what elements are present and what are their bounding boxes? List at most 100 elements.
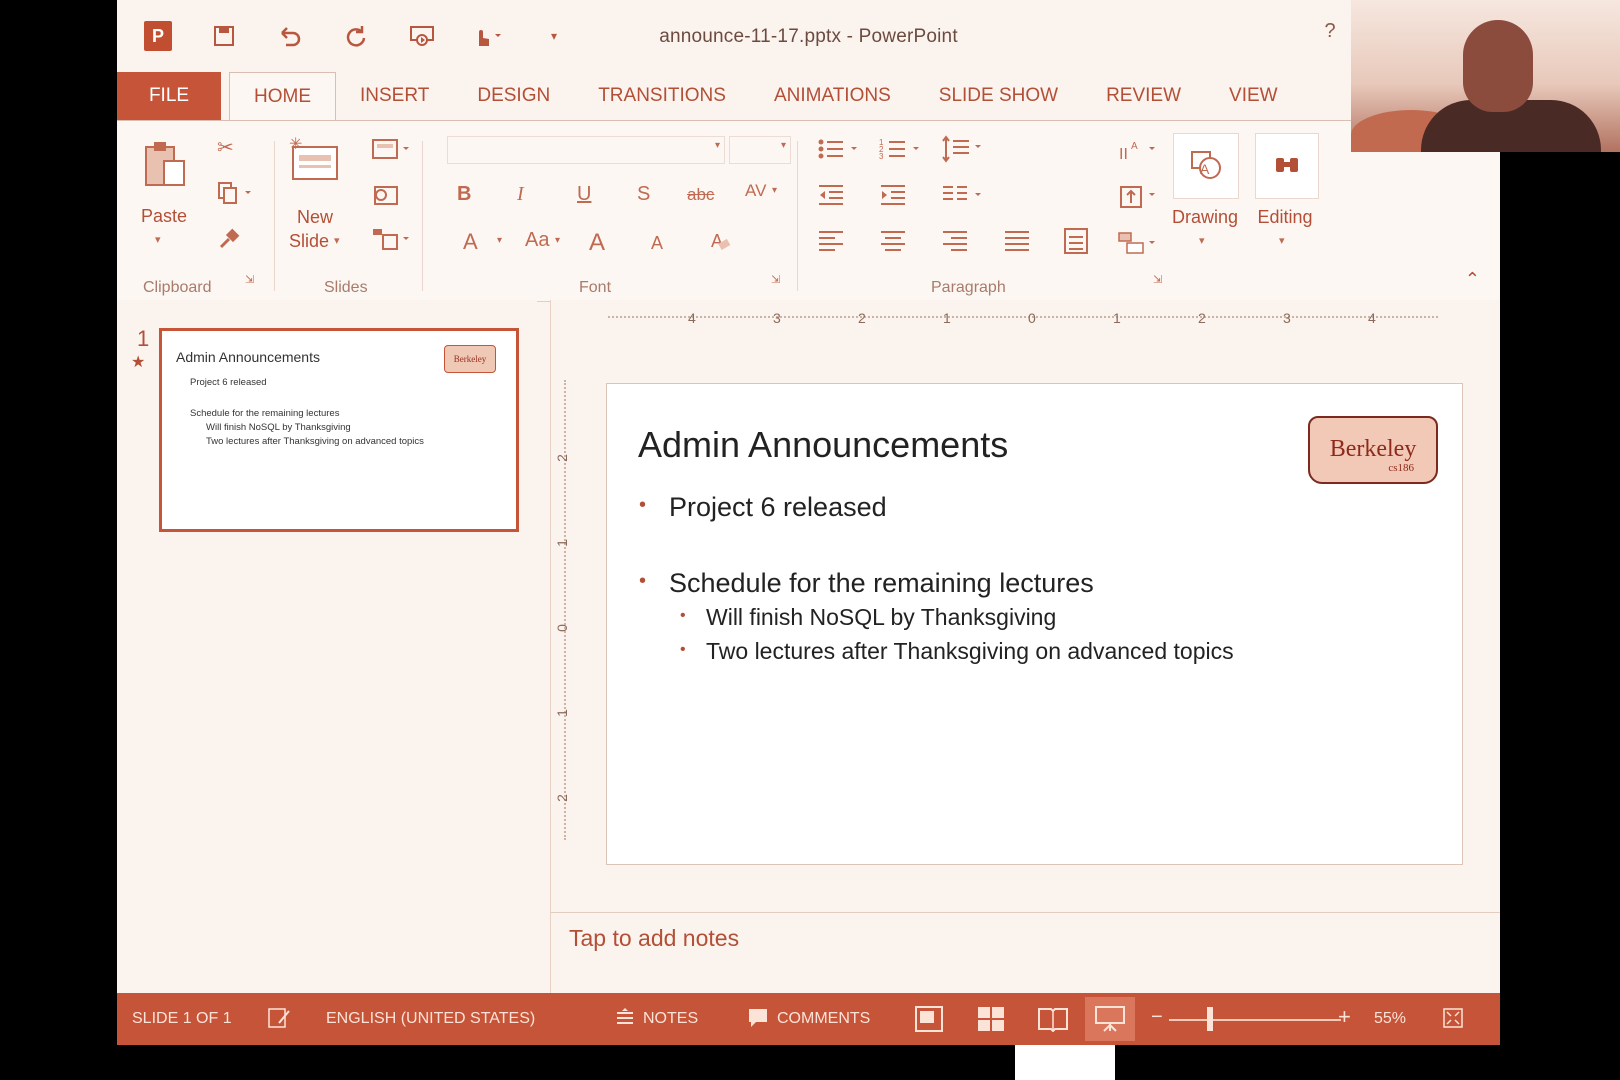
cut-icon[interactable]: ✂ [217,135,234,160]
spell-check-icon[interactable] [267,1007,293,1034]
paste-button[interactable]: Paste [134,206,194,227]
drawing-icon[interactable]: A [1173,133,1239,199]
bullets-icon[interactable] [817,137,863,167]
new-slide-label-1[interactable]: New [287,207,343,228]
ruler-mark: 2 [1198,310,1206,326]
bold-button[interactable]: B [457,183,471,206]
slide-bullet[interactable]: Schedule for the remaining lectures [639,568,1094,599]
berkeley-logo[interactable]: Berkeley cs186 [1308,416,1438,484]
slide-indicator: SLIDE 1 OF 1 [132,1010,232,1027]
tab-file[interactable]: FILE [117,72,221,120]
slide-sorter-view-icon[interactable] [977,1006,1005,1037]
tab-animations[interactable]: ANIMATIONS [750,72,915,120]
animation-star-icon: ★ [131,354,146,371]
zoom-slider-thumb[interactable] [1207,1007,1213,1031]
slide-thumbnail[interactable]: Admin Announcements Project 6 released S… [159,328,519,532]
layout-icon[interactable] [371,137,413,167]
editing-dropdown-icon[interactable]: ▾ [1279,234,1285,247]
editing-button[interactable]: Editing [1247,207,1323,228]
change-case-button[interactable]: Aa [525,229,549,252]
slide-title[interactable]: Admin Announcements [638,424,1008,466]
character-spacing-button[interactable]: AV [745,181,766,201]
presenter-avatar [1463,20,1533,112]
new-slide-label-2[interactable]: Slide [281,231,337,252]
comments-button[interactable]: COMMENTS [777,1010,870,1028]
slide-bullet[interactable]: Project 6 released [639,492,887,523]
notes-pane[interactable]: Tap to add notes [551,912,1500,995]
notes-button[interactable]: NOTES [643,1010,698,1028]
slide-sub-bullet[interactable]: Two lectures after Thanksgiving on advan… [680,638,1234,665]
strikethrough-button[interactable]: abc [687,185,714,205]
ruler-mark: 3 [1283,310,1291,326]
ribbon-separator [422,141,423,291]
justify-icon[interactable] [1003,229,1031,259]
collapse-ribbon-icon[interactable]: ⌃ [1465,269,1480,290]
drawing-dropdown-icon[interactable]: ▾ [1199,234,1205,247]
tab-design[interactable]: DESIGN [453,72,574,120]
decrease-indent-icon[interactable] [817,183,845,213]
font-color-dropdown-icon[interactable]: ▾ [497,235,502,246]
ruler-mark: 1 [553,539,570,547]
clipboard-launcher-icon[interactable]: ⇲ [245,273,254,286]
paragraph-launcher-icon[interactable]: ⇲ [1153,273,1162,286]
zoom-out-button[interactable]: − [1151,1006,1163,1029]
text-direction-icon[interactable]: II A [1117,137,1161,171]
slide-canvas[interactable]: Admin Announcements Project 6 released S… [606,383,1463,865]
svg-text:A: A [1131,141,1138,152]
increase-font-size-button[interactable]: A [589,229,605,257]
decrease-font-size-button[interactable]: A [651,233,663,254]
zoom-in-button[interactable]: + [1338,1004,1351,1030]
language-indicator[interactable]: ENGLISH (UNITED STATES) [326,1010,535,1028]
thumbnail-berkeley-logo: Berkeley [444,345,496,373]
font-launcher-icon[interactable]: ⇲ [771,273,780,286]
zoom-level[interactable]: 55% [1374,1010,1406,1028]
drawing-button[interactable]: Drawing [1165,207,1245,228]
reading-view-icon[interactable] [1037,1006,1069,1037]
underline-button[interactable]: U [577,183,591,206]
tab-slide-show[interactable]: SLIDE SHOW [915,72,1082,120]
shadow-button[interactable]: S [637,183,650,206]
italic-button[interactable]: I [517,183,524,206]
numbering-icon[interactable]: 123 [879,137,925,167]
slide-show-view-icon[interactable] [1085,997,1135,1041]
align-center-icon[interactable] [879,229,907,259]
paste-dropdown-icon[interactable]: ▾ [155,233,161,246]
notes-placeholder[interactable]: Tap to add notes [569,925,739,952]
reset-icon[interactable] [371,183,399,213]
tab-insert[interactable]: INSERT [336,72,453,120]
font-name-box[interactable]: ▾ [447,136,725,164]
character-spacing-dropdown-icon[interactable]: ▾ [772,185,777,196]
notes-icon[interactable] [615,1008,635,1033]
tab-transitions[interactable]: TRANSITIONS [574,72,750,120]
slide-sub-bullet[interactable]: Will finish NoSQL by Thanksgiving [680,604,1056,631]
distributed-icon[interactable] [1061,227,1091,261]
svg-text:A: A [1200,161,1210,177]
zoom-slider[interactable] [1169,1019,1341,1021]
editing-icon[interactable] [1255,133,1319,199]
section-icon[interactable] [371,227,413,257]
align-text-icon[interactable] [1117,183,1161,217]
fit-slide-icon[interactable] [1442,1007,1464,1034]
increase-indent-icon[interactable] [879,183,907,213]
convert-to-smartart-icon[interactable] [1117,229,1161,263]
align-left-icon[interactable] [817,229,845,259]
columns-icon[interactable] [941,183,987,213]
new-slide-icon[interactable]: ✳ [289,136,341,189]
comments-icon[interactable] [747,1007,769,1034]
new-slide-dropdown-icon[interactable]: ▾ [334,234,340,247]
change-case-dropdown-icon[interactable]: ▾ [555,235,560,246]
tab-home[interactable]: HOME [229,72,336,120]
align-right-icon[interactable] [941,229,969,259]
copy-icon[interactable] [217,181,251,211]
tab-review[interactable]: REVIEW [1082,72,1205,120]
slides-group-label: Slides [324,279,368,296]
line-spacing-icon[interactable] [941,135,987,169]
taskbar-tab[interactable] [1015,1045,1115,1080]
font-color-button[interactable]: A [463,229,478,255]
font-size-box[interactable]: ▾ [729,136,791,164]
normal-view-icon[interactable] [915,1006,943,1037]
tab-view[interactable]: VIEW [1205,72,1302,120]
clear-formatting-icon[interactable]: A [709,229,733,259]
paste-icon[interactable] [139,139,189,195]
format-painter-icon[interactable] [217,227,241,257]
